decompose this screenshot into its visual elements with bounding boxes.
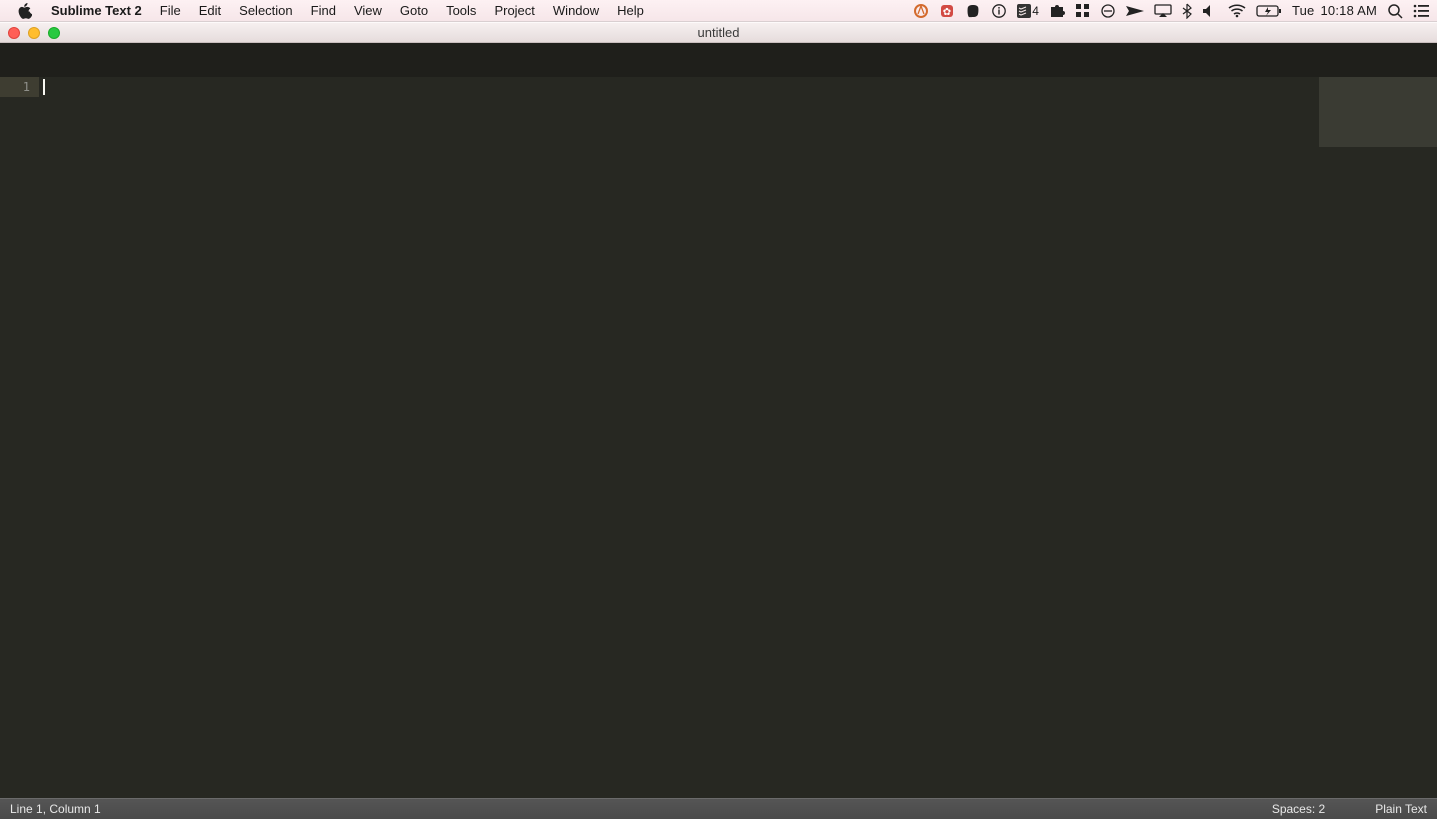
menu-project[interactable]: Project: [485, 0, 543, 21]
tray-info-icon[interactable]: [991, 0, 1007, 21]
tray-send-icon[interactable]: [1126, 0, 1144, 21]
menubar-left: Sublime Text 2 File Edit Selection Find …: [8, 0, 653, 21]
sublime-window: untitled 1 Line 1, Column 1 Spaces: 2 Pl…: [0, 22, 1437, 819]
tab-bar[interactable]: [0, 43, 1437, 77]
text-cursor: [43, 79, 45, 95]
status-syntax[interactable]: Plain Text: [1375, 802, 1427, 816]
tray-clock[interactable]: Tue 10:18 AM: [1292, 0, 1377, 21]
window-title: untitled: [0, 25, 1437, 40]
elephant-icon: [965, 3, 981, 19]
menu-selection[interactable]: Selection: [230, 0, 301, 21]
info-icon: [991, 3, 1007, 19]
tray-circle-icon[interactable]: [1100, 0, 1116, 21]
mac-menubar: Sublime Text 2 File Edit Selection Find …: [0, 0, 1437, 22]
grid-icon: [1075, 3, 1090, 18]
volume-icon: [1202, 4, 1218, 18]
menu-tools[interactable]: Tools: [437, 0, 485, 21]
tray-app-icon-2[interactable]: ✿: [939, 0, 955, 21]
line-number-gutter: 1: [0, 77, 39, 798]
menu-view[interactable]: View: [345, 0, 391, 21]
list-icon: [1413, 4, 1429, 18]
tray-todoist-badge: 4: [1032, 4, 1039, 18]
tray-app-icon-1[interactable]: [913, 0, 929, 21]
tray-battery-icon[interactable]: [1256, 0, 1282, 21]
tray-wifi-icon[interactable]: [1228, 0, 1246, 21]
status-indentation[interactable]: Spaces: 2: [1272, 802, 1325, 816]
svg-text:✿: ✿: [943, 7, 951, 18]
menu-file[interactable]: File: [151, 0, 190, 21]
tray-spotlight-icon[interactable]: [1387, 0, 1403, 21]
tray-todoist-icon[interactable]: 4: [1017, 0, 1039, 21]
wifi-icon: [1228, 4, 1246, 18]
tray-airplay-icon[interactable]: [1154, 0, 1172, 21]
menu-edit[interactable]: Edit: [190, 0, 230, 21]
paper-plane-icon: [1126, 4, 1144, 18]
minimap[interactable]: [1319, 77, 1437, 147]
clock-day: Tue: [1292, 3, 1315, 18]
traffic-lights: [8, 27, 60, 39]
desktop-strip: [0, 819, 1437, 825]
menu-find[interactable]: Find: [302, 0, 345, 21]
current-line-gutter: 1: [0, 77, 39, 97]
generic-app-icon: [913, 3, 929, 19]
battery-charging-icon: [1256, 4, 1282, 18]
clock-time: 10:18 AM: [1320, 3, 1377, 18]
circle-slash-icon: [1100, 3, 1116, 19]
app-menu[interactable]: Sublime Text 2: [42, 0, 151, 21]
window-zoom-button[interactable]: [48, 27, 60, 39]
tray-bluetooth-icon[interactable]: [1182, 0, 1192, 21]
tray-volume-icon[interactable]: [1202, 0, 1218, 21]
apple-menu[interactable]: [8, 0, 42, 21]
window-minimize-button[interactable]: [28, 27, 40, 39]
menu-goto[interactable]: Goto: [391, 0, 437, 21]
window-close-button[interactable]: [8, 27, 20, 39]
menu-window[interactable]: Window: [544, 0, 608, 21]
tray-grid-icon[interactable]: [1075, 0, 1090, 21]
menu-help[interactable]: Help: [608, 0, 653, 21]
todoist-icon: [1017, 4, 1031, 18]
generic-app-icon: ✿: [939, 3, 955, 19]
apple-icon: [18, 3, 32, 19]
editor-area: 1: [0, 77, 1437, 798]
tray-puzzle-icon[interactable]: [1049, 0, 1065, 21]
code-editor[interactable]: [39, 77, 1437, 798]
status-cursor-position[interactable]: Line 1, Column 1: [10, 802, 101, 816]
line-number: 1: [23, 80, 30, 94]
tray-notifications-icon[interactable]: [1413, 0, 1429, 21]
puzzle-icon: [1049, 3, 1065, 19]
search-icon: [1387, 3, 1403, 19]
bluetooth-icon: [1182, 3, 1192, 19]
status-bar: Line 1, Column 1 Spaces: 2 Plain Text: [0, 798, 1437, 819]
tray-evernote-icon[interactable]: [965, 0, 981, 21]
window-titlebar[interactable]: untitled: [0, 22, 1437, 43]
menubar-right: ✿ 4: [913, 0, 1429, 21]
airplay-icon: [1154, 4, 1172, 18]
